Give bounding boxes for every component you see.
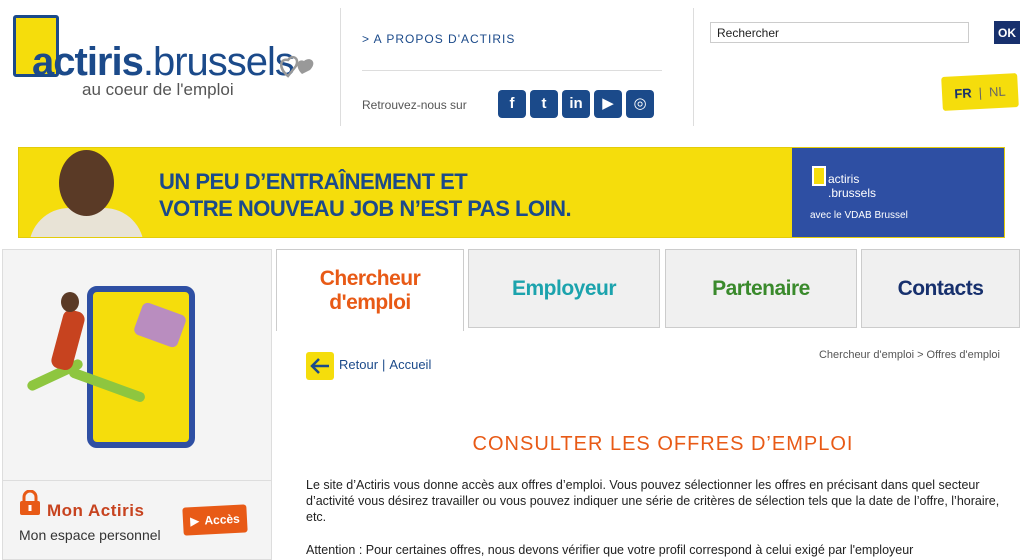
tab-partenaire[interactable]: Partenaire — [665, 249, 857, 328]
logo-name-rest: .brussels — [142, 40, 295, 84]
twitter-icon[interactable]: t — [530, 90, 558, 118]
breadcrumb[interactable]: Chercheur d'emploi > Offres d'emploi — [760, 349, 1000, 361]
logo-name-bold: actiris — [32, 40, 144, 84]
lock-icon — [20, 490, 40, 515]
sidebar: Mon Actiris Mon espace personnel ▶ Accès — [2, 249, 272, 560]
lang-nl[interactable]: NL — [989, 83, 1006, 99]
search-input[interactable] — [710, 22, 969, 43]
promo-banner[interactable]: UN PEU D’ENTRAÎNEMENT ET VOTRE NOUVEAU J… — [18, 147, 1005, 238]
account-title: Mon Actiris — [47, 501, 145, 520]
back-link[interactable]: Retour — [339, 357, 378, 372]
intro-paragraph: Le site d’Actiris vous donne accès aux o… — [306, 478, 1000, 524]
tab-label: Partenaire — [712, 276, 810, 300]
lang-fr[interactable]: FR — [954, 85, 972, 101]
tab-chercheur-emploi[interactable]: Chercheur d'emploi — [276, 249, 464, 331]
home-link[interactable]: Accueil — [389, 357, 431, 372]
actiris-logo[interactable]: actiris.brussels au coeur de l'emploi — [10, 10, 330, 110]
access-button-label: Accès — [204, 511, 241, 528]
banner-person-image — [29, 148, 144, 237]
linkedin-icon[interactable]: in — [562, 90, 590, 118]
banner-logo-line-1: actiris — [828, 172, 860, 186]
tab-label: Employeur — [511, 276, 617, 300]
back-navigation: Retour | Accueil — [339, 357, 431, 372]
banner-line-1: UN PEU D’ENTRAÎNEMENT ET — [159, 169, 468, 194]
tab-label: Contacts — [897, 276, 984, 300]
header-divider — [693, 8, 694, 126]
header-hdivider — [362, 70, 662, 71]
tab-employeur[interactable]: Employeur — [468, 249, 660, 328]
header-divider — [340, 8, 341, 126]
page-title: CONSULTER LES OFFRES D’EMPLOI — [472, 433, 854, 455]
logo-tagline: au coeur de l'emploi — [82, 80, 234, 99]
language-switcher: FR | NL — [941, 73, 1019, 111]
hearts-icon — [280, 55, 314, 78]
instagram-icon[interactable]: ◎ — [626, 90, 654, 118]
access-button[interactable]: ▶ Accès — [182, 504, 248, 536]
attention-paragraph: Attention : Pour certaines offres, nous … — [306, 543, 914, 557]
banner-logo-icon — [812, 166, 826, 186]
back-arrow-icon[interactable] — [306, 352, 334, 380]
banner-line-2: VOTRE NOUVEAU JOB N’EST PAS LOIN. — [159, 196, 572, 221]
follow-us-label: Retrouvez-nous sur — [362, 98, 467, 112]
sidebar-divider — [3, 480, 271, 481]
tab-contacts[interactable]: Contacts — [861, 249, 1020, 328]
social-links: f t in ▶ ◎ — [498, 90, 654, 118]
banner-logo-line-2: .brussels — [828, 186, 877, 200]
banner-logo-text: actiris .brussels — [828, 172, 876, 200]
banner-partner: avec le VDAB Brussel — [810, 210, 908, 221]
search-ok-button[interactable]: OK — [994, 21, 1020, 44]
banner-logo-panel: actiris .brussels avec le VDAB Brussel — [792, 148, 1004, 237]
nav-separator: | — [382, 357, 386, 372]
about-actiris-link[interactable]: > A PROPOS D'ACTIRIS — [362, 32, 515, 46]
account-subtitle: Mon espace personnel — [19, 527, 161, 543]
play-icon: ▶ — [189, 513, 200, 529]
lang-separator: | — [978, 84, 983, 100]
banner-headline: UN PEU D’ENTRAÎNEMENT ET VOTRE NOUVEAU J… — [159, 168, 572, 222]
youtube-icon[interactable]: ▶ — [594, 90, 622, 118]
facebook-icon[interactable]: f — [498, 90, 526, 118]
logo-text: actiris.brussels — [32, 40, 295, 85]
tab-label: Chercheur d'emploi — [319, 266, 421, 314]
runner-illustration — [17, 290, 188, 420]
